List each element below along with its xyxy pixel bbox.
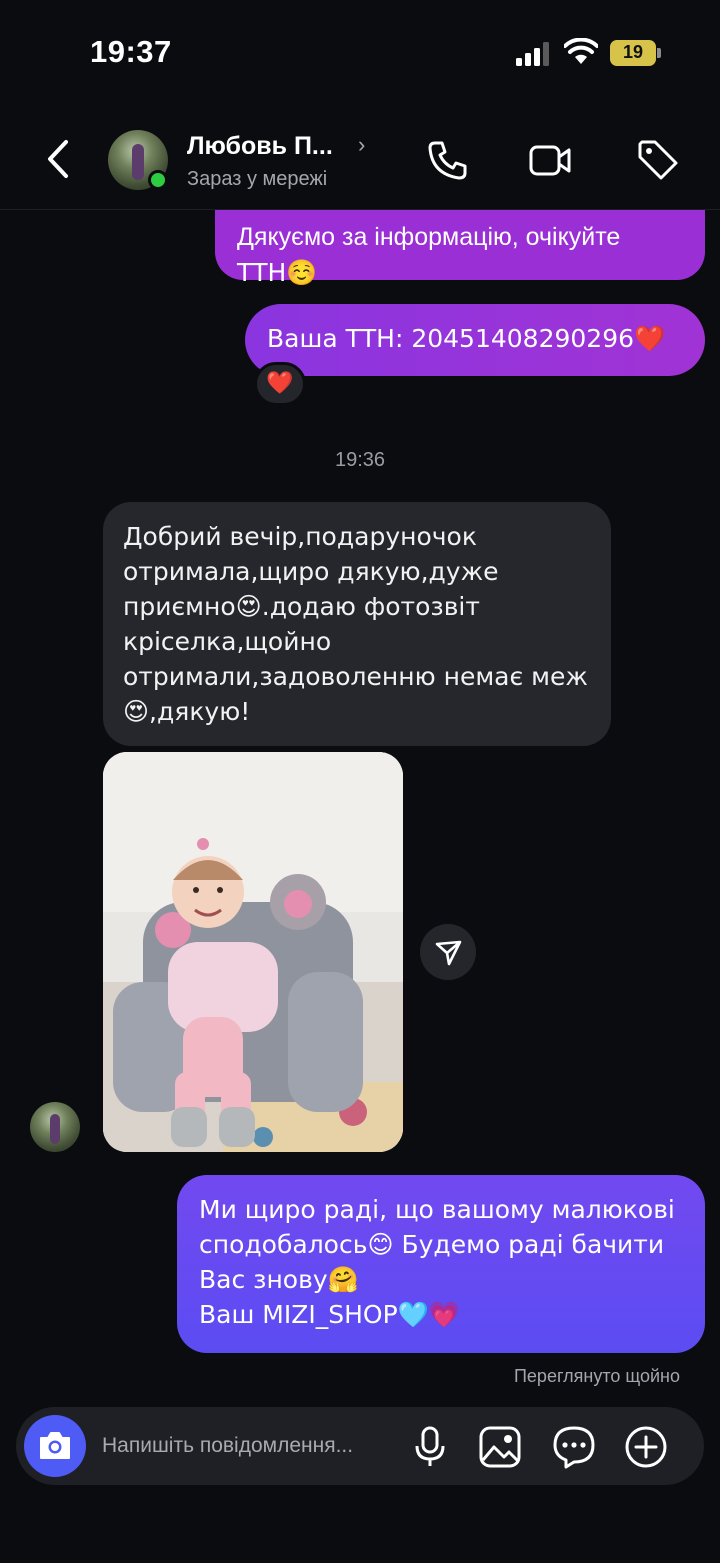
heart-reaction[interactable]: ❤️: [254, 362, 306, 406]
message-timestamp: 19:36: [334, 449, 386, 471]
message-line: отримала,щиро дякую,дуже: [123, 557, 499, 586]
chat-header: Любовь П... › Зараз у мережі: [0, 110, 720, 210]
message-line: Ми щиро раді, що вашому малюкові: [199, 1195, 675, 1224]
share-button[interactable]: [420, 924, 476, 980]
cellular-signal-icon: [516, 42, 549, 66]
gallery-icon[interactable]: [478, 1425, 522, 1469]
camera-button[interactable]: [24, 1415, 86, 1477]
message-composer: [16, 1407, 704, 1485]
status-time: 19:37: [90, 34, 172, 69]
incoming-photo[interactable]: [103, 752, 403, 1152]
sender-avatar[interactable]: [30, 1102, 80, 1152]
message-line: Ваш MIZI_SHOP🩵💗: [199, 1300, 460, 1329]
message-line: приємно😍.додаю фотозвіт: [123, 592, 480, 621]
contact-name[interactable]: Любовь П...: [187, 132, 333, 161]
wifi-icon: [564, 38, 598, 64]
message-line: отримали,задоволенню немає меж: [123, 662, 588, 691]
back-icon[interactable]: [40, 136, 76, 182]
sticker-icon[interactable]: [552, 1425, 596, 1469]
microphone-icon[interactable]: [408, 1425, 452, 1469]
message-line: сподобалось😊 Будемо раді бачити: [199, 1230, 665, 1259]
chevron-right-icon[interactable]: ›: [358, 132, 365, 158]
plus-icon[interactable]: [624, 1425, 668, 1469]
send-icon: [435, 940, 462, 966]
video-icon[interactable]: [528, 138, 572, 182]
camera-icon: [40, 1432, 70, 1459]
outgoing-message[interactable]: Ми щиро раді, що вашому малюкові сподоба…: [177, 1175, 705, 1353]
message-line: Добрий вечір,подаруночок: [123, 522, 477, 551]
message-line: Дякуємо за інформацію, очікуйте: [237, 223, 621, 251]
battery-icon: 19: [610, 40, 661, 66]
tag-icon[interactable]: [636, 138, 680, 182]
message-line: Вас знову🤗: [199, 1265, 359, 1294]
online-indicator: [148, 170, 168, 190]
phone-icon[interactable]: [426, 138, 470, 182]
seen-status: Переглянуто щойно: [513, 1366, 680, 1386]
message-line: кріселка,щойно: [123, 627, 332, 656]
outgoing-message-ttn[interactable]: Ваша ТТН: 20451408290296❤️: [245, 304, 705, 376]
message-line: 😍,дякую!: [123, 697, 251, 726]
battery-percent: 19: [622, 42, 644, 62]
message-line: ТТН☺️: [237, 258, 318, 287]
incoming-message[interactable]: Добрий вечір,подаруночок отримала,щиро д…: [103, 502, 611, 746]
message-input[interactable]: [102, 1407, 402, 1485]
contact-status: Зараз у мережі: [187, 168, 328, 190]
